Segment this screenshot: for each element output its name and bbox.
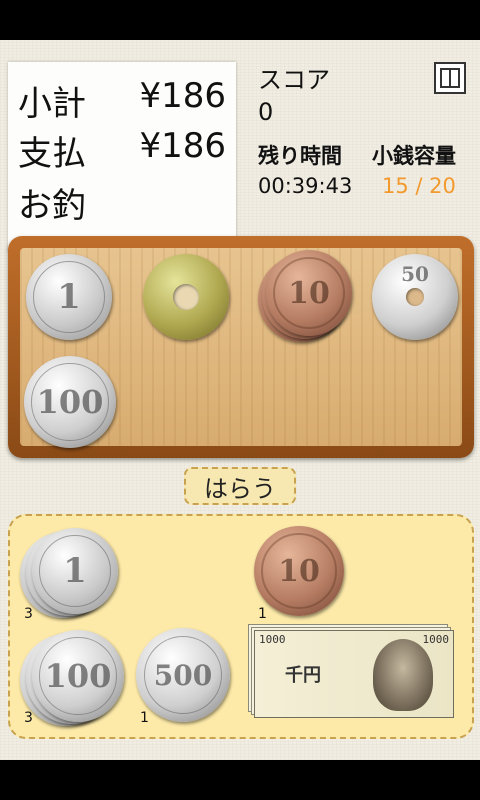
tray-coin-50-yen[interactable]: 50 [372, 254, 458, 340]
subtotal-label: 小計 [18, 84, 86, 124]
tray-surface: 1 10 50 100 [20, 248, 462, 448]
receipt-panel: 小計 ¥186 支払 ¥186 お釣 [8, 62, 236, 252]
bill-number-right: 1000 [422, 633, 450, 646]
score-value: 0 [258, 98, 274, 126]
pay-button[interactable]: はらう [184, 467, 296, 505]
score-label: スコア [258, 66, 330, 94]
bill-front: 1000 1000 千円 [254, 630, 454, 718]
tray-coin-10-yen-stack[interactable]: 10 [266, 250, 352, 336]
paid-label: 支払 [18, 134, 86, 174]
wallet-count-100-yen: 3 [24, 710, 33, 726]
payment-tray: 1 10 50 100 [8, 236, 474, 458]
wallet-bill-1000-yen[interactable]: 1000 1000 千円 [248, 624, 458, 724]
time-value: 00:39:43 [258, 174, 353, 198]
game-screen: 小計 ¥186 支払 ¥186 お釣 スコア 0 残り時間 00:39:43 小… [0, 40, 480, 760]
window-icon[interactable] [434, 62, 466, 94]
bill-title: 千円 [285, 665, 321, 686]
tray-coin-1-yen[interactable]: 1 [26, 254, 112, 340]
bill-number-left: 1000 [259, 633, 286, 646]
capacity-label: 小銭容量 [372, 144, 456, 168]
wallet-coin-10-yen[interactable]: 10 [254, 526, 344, 616]
tray-coin-5-yen[interactable] [143, 254, 229, 340]
time-label: 残り時間 [258, 144, 342, 168]
wallet-coin-1-yen[interactable]: 1 [32, 528, 118, 614]
subtotal-value: ¥186 [139, 76, 226, 116]
capacity-value: 15 / 20 [382, 174, 456, 198]
change-label: お釣 [18, 186, 86, 226]
wallet-coin-100-yen[interactable]: 100 [32, 630, 124, 722]
tray-coin-100-yen[interactable]: 100 [24, 356, 116, 448]
paid-value: ¥186 [139, 126, 226, 166]
wallet-count-10-yen: 1 [258, 606, 267, 622]
wallet-count-500-yen: 1 [140, 710, 149, 726]
portrait-icon [373, 639, 433, 711]
pay-button-label: はらう [204, 474, 276, 503]
wallet-count-1-yen: 3 [24, 606, 33, 622]
wallet-coin-500-yen[interactable]: 500 [136, 628, 230, 722]
